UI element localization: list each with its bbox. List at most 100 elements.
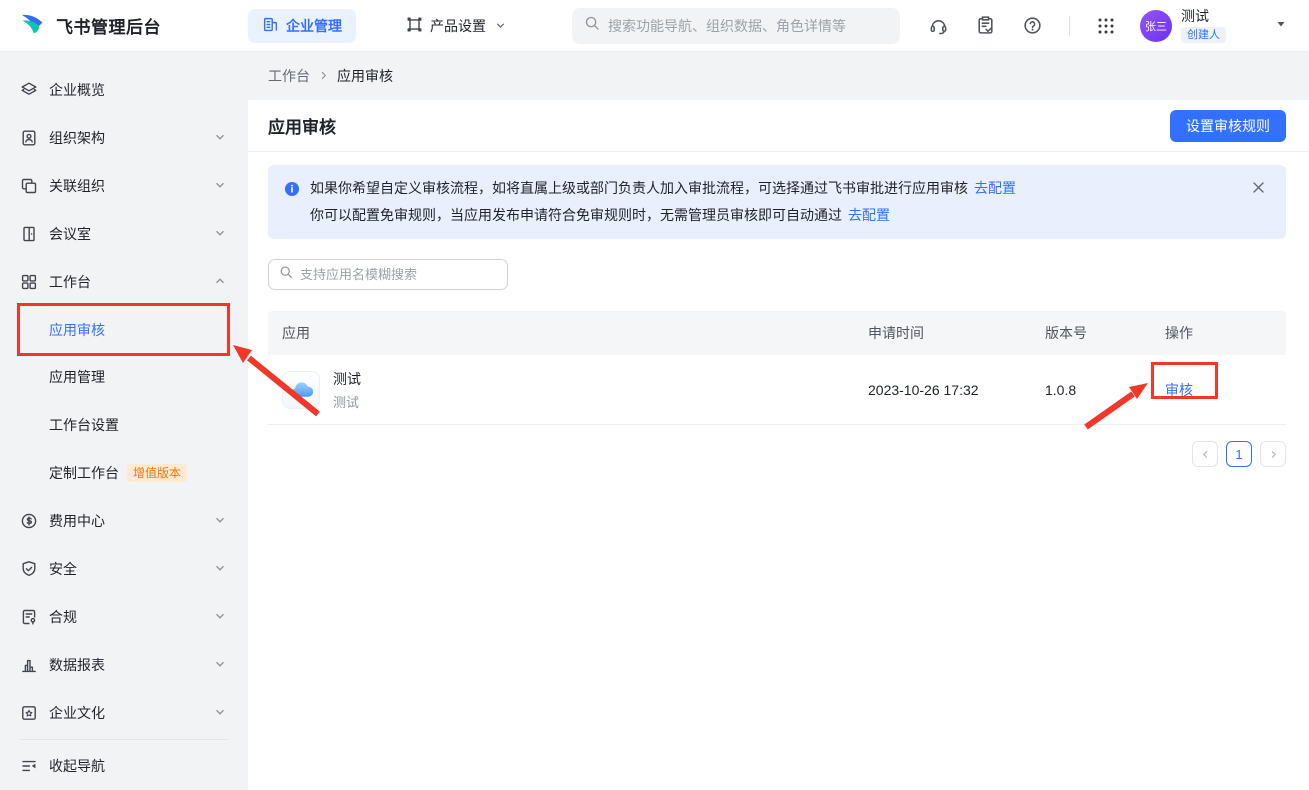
sidebar-nav: 企业概览 组织架构 [0,52,248,790]
chevron-down-icon [214,178,226,194]
pagination: 1 [248,441,1286,467]
app-search-input[interactable] [300,267,497,282]
table-row: 测试 测试 2023-10-26 17:32 1.0.8 审核 [268,355,1286,425]
banner-line-2: 你可以配置免审规则，当应用发布申请符合免审规则时，无需管理员审核即可自动通过去配… [310,202,1016,229]
sidebar-label: 费用中心 [49,511,214,531]
banner-text-2: 你可以配置免审规则，当应用发布申请符合免审规则时，无需管理员审核即可自动通过 [310,207,842,223]
breadcrumb-current: 应用审核 [337,66,393,86]
chevron-down-icon [495,18,506,34]
column-version: 版本号 [1045,323,1165,343]
collapse-nav-button[interactable]: 收起导航 [0,742,248,790]
app-logo[interactable]: 飞书管理后台 [18,8,230,43]
reports-icon [20,656,38,674]
collapse-nav-icon [20,757,38,775]
product-settings-icon [406,16,423,36]
tab-product-settings[interactable]: 产品设置 [392,9,520,43]
chevron-up-icon [214,274,226,290]
sidebar-label: 企业概览 [49,80,226,100]
feishu-admin-console: 飞书管理后台 企业管理 产品 [0,0,1309,790]
banner-configure-link-2[interactable]: 去配置 [848,207,890,223]
sidebar-label: 数据报表 [49,655,214,675]
account-caret-icon[interactable] [1275,17,1287,35]
sidebar-item-linked-org[interactable]: 关联组织 [0,162,248,210]
culture-icon [20,704,38,722]
banner-line-1: 如果你希望自定义审核流程，如将直属上级或部门负责人加入审批流程，可选择通过飞书审… [310,175,1016,202]
next-page-button[interactable] [1260,441,1286,467]
sidebar-item-app-review[interactable]: 应用审核 [0,306,248,354]
feishu-logo-icon [18,8,48,43]
org-name: 测试 [1181,9,1226,24]
role-badge: 创建人 [1181,27,1226,43]
sidebar-item-billing[interactable]: 费用中心 [0,497,248,545]
sidebar-label: 应用管理 [49,367,226,387]
security-icon [20,560,38,578]
sidebar-item-compliance[interactable]: 合规 [0,593,248,641]
sidebar-item-security[interactable]: 安全 [0,545,248,593]
app-title: 飞书管理后台 [56,13,161,38]
sidebar-divider [20,739,228,740]
banner-close-icon[interactable] [1251,180,1266,200]
sidebar-label: 安全 [49,559,214,579]
linked-org-icon [20,177,38,195]
sidebar-item-workplace[interactable]: 工作台 [0,258,248,306]
chevron-down-icon [214,705,226,721]
sidebar-item-custom-workplace[interactable]: 定制工作台 增值版本 [0,449,248,497]
tab-product-label: 产品设置 [430,16,486,36]
banner-text-1: 如果你希望自定义审核流程，如将直属上级或部门负责人加入审批流程，可选择通过飞书审… [310,180,968,196]
sidebar-label: 合规 [49,607,214,627]
version-number: 1.0.8 [1045,382,1165,398]
global-search-input[interactable] [608,18,888,34]
chevron-down-icon [214,130,226,146]
sidebar-item-meeting-room[interactable]: 会议室 [0,210,248,258]
sidebar-label: 企业文化 [49,703,214,723]
page-number-button[interactable]: 1 [1226,441,1252,467]
prev-page-button[interactable] [1192,441,1218,467]
survey-clipboard-icon[interactable] [975,15,996,36]
sidebar-label: 组织架构 [49,128,214,148]
main-content: 工作台 应用审核 应用审核 设置审核规则 如果你希望自定义审核流程，如将直属上级… [248,52,1309,790]
sidebar-label: 应用审核 [49,320,226,340]
sidebar-item-data-reports[interactable]: 数据报表 [0,641,248,689]
tab-enterprise-management[interactable]: 企业管理 [248,9,356,43]
billing-icon [20,512,38,530]
meeting-room-icon [20,225,38,243]
breadcrumb: 工作台 应用审核 [248,52,1309,100]
chevron-down-icon [214,226,226,242]
search-icon [584,15,600,36]
sidebar-item-org-structure[interactable]: 组织架构 [0,114,248,162]
app-cloud-icon [282,371,320,409]
user-avatar[interactable]: 张三 [1140,10,1172,42]
compliance-icon [20,608,38,626]
info-icon [284,181,300,202]
column-app: 应用 [268,323,868,343]
sidebar-label: 会议室 [49,224,214,244]
review-action-link[interactable]: 审核 [1165,382,1193,398]
workplace-icon [20,273,38,291]
user-meta[interactable]: 测试 创建人 [1181,9,1226,43]
top-header: 飞书管理后台 企业管理 产品 [0,0,1309,52]
building-icon [262,16,279,36]
global-search[interactable] [572,8,900,44]
app-review-card: 应用审核 设置审核规则 如果你希望自定义审核流程，如将直属上级或部门负责人加入审… [248,100,1309,790]
set-review-rules-button[interactable]: 设置审核规则 [1170,110,1286,142]
sidebar-item-culture[interactable]: 企业文化 [0,689,248,737]
app-search[interactable] [268,259,508,290]
sidebar-label: 关联组织 [49,176,214,196]
app-review-table: 应用 申请时间 版本号 操作 [268,311,1286,425]
premium-badge: 增值版本 [127,464,187,482]
app-name: 测试 [333,369,361,389]
sidebar-label: 工作台设置 [49,415,226,435]
breadcrumb-parent[interactable]: 工作台 [268,66,310,86]
banner-configure-link-1[interactable]: 去配置 [974,180,1016,196]
support-headset-icon[interactable] [928,15,949,36]
sidebar-item-workplace-settings[interactable]: 工作台设置 [0,401,248,449]
chevron-down-icon [214,609,226,625]
apply-time: 2023-10-26 17:32 [868,382,1045,398]
sidebar-label: 工作台 [49,272,214,292]
sidebar-item-app-management[interactable]: 应用管理 [0,354,248,402]
apps-grid-icon[interactable] [1096,16,1116,36]
overview-icon [20,81,38,99]
chevron-down-icon [214,513,226,529]
sidebar-item-overview[interactable]: 企业概览 [0,66,248,114]
help-icon[interactable] [1022,15,1043,36]
